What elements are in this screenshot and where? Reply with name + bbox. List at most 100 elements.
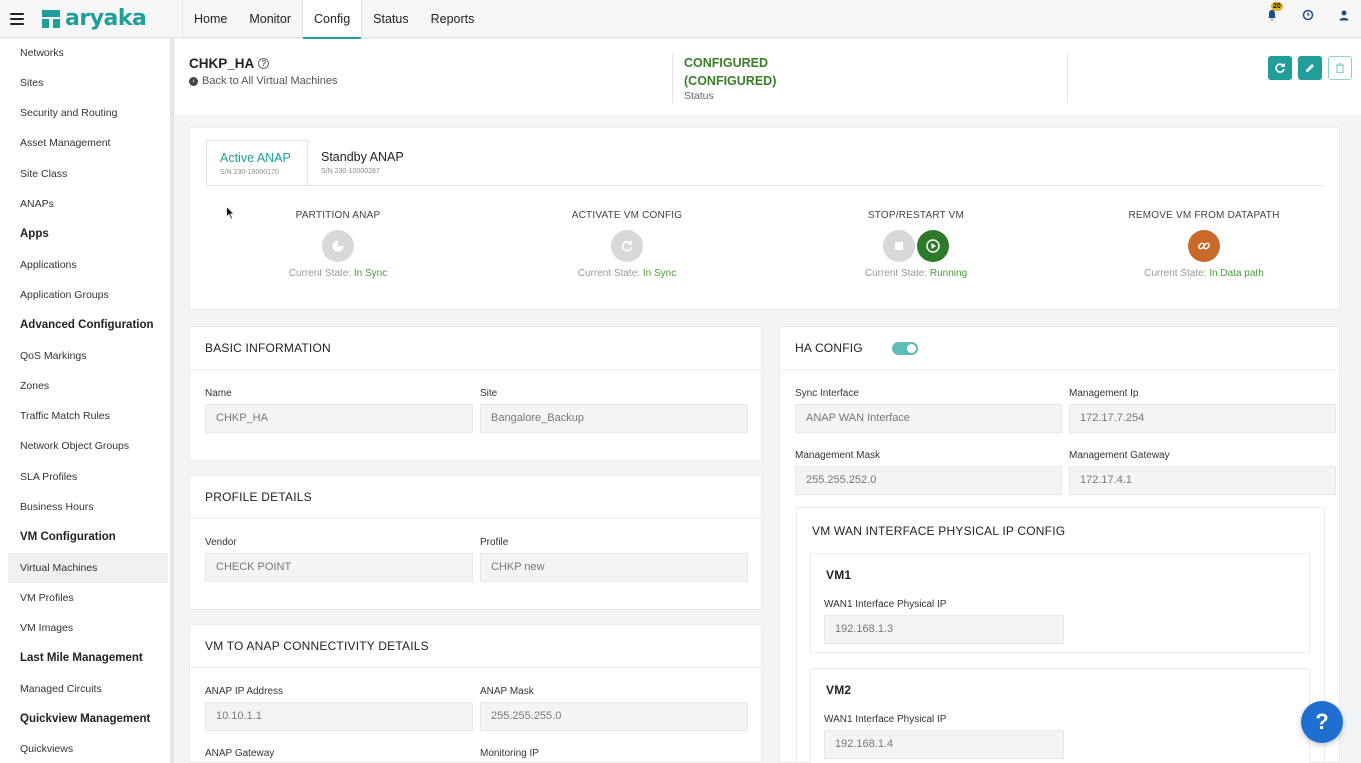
site-label: Site bbox=[480, 388, 498, 399]
state-prefix: Current State: bbox=[577, 268, 641, 279]
tab-underline bbox=[206, 185, 1323, 186]
nav-tab-reports[interactable]: Reports bbox=[420, 0, 486, 38]
reload-icon bbox=[621, 240, 633, 252]
nav-tab-home[interactable]: Home bbox=[183, 0, 238, 38]
sidebar-item-security-routing[interactable]: Security and Routing bbox=[20, 107, 117, 119]
sync-interface-field[interactable]: ANAP WAN Interface bbox=[795, 404, 1062, 433]
activate-config-button[interactable] bbox=[611, 230, 643, 262]
sidebar-item-application-groups[interactable]: Application Groups bbox=[20, 289, 109, 301]
action-title: ACTIVATE VM CONFIG bbox=[571, 210, 683, 221]
remove-datapath-button[interactable] bbox=[1188, 230, 1220, 262]
sidebar-item-qos-markings[interactable]: QoS Markings bbox=[20, 350, 87, 362]
sidebar-item-networks[interactable]: Networks bbox=[20, 47, 64, 59]
vm1-name: VM1 bbox=[826, 568, 852, 582]
status-value-line1: CONFIGURED bbox=[684, 56, 769, 70]
management-mask-field[interactable]: 255.255.252.0 bbox=[795, 466, 1062, 495]
restart-play-icon bbox=[926, 239, 940, 253]
sidebar-item-virtual-machines[interactable]: Virtual Machines bbox=[20, 562, 97, 574]
sidebar-item-asset-management[interactable]: Asset Management bbox=[20, 137, 110, 149]
divider bbox=[672, 53, 673, 103]
site-field[interactable]: Bangalore_Backup bbox=[480, 404, 748, 433]
ha-config-card: HA CONFIG Sync Interface ANAP WAN Interf… bbox=[779, 326, 1340, 763]
refresh-button[interactable] bbox=[1268, 56, 1292, 80]
card-heading: BASIC INFORMATION bbox=[205, 341, 331, 355]
sidebar-item-sites[interactable]: Sites bbox=[20, 77, 43, 89]
vendor-field[interactable]: CHECK POINT bbox=[205, 553, 473, 582]
sidebar-item-quickviews[interactable]: Quickviews bbox=[20, 743, 73, 755]
anap-ip-field[interactable]: 10.10.1.1 bbox=[205, 702, 473, 731]
nav-tab-monitor[interactable]: Monitor bbox=[238, 0, 302, 38]
top-navbar: aryaka Home Monitor Config Status Report… bbox=[0, 0, 1361, 39]
name-field[interactable]: CHKP_HA bbox=[205, 404, 473, 433]
state-value: Running bbox=[929, 268, 968, 279]
anap-card: Active ANAP S/N 230-10000170 Standby ANA… bbox=[189, 127, 1340, 310]
sidebar-item-business-hours[interactable]: Business Hours bbox=[20, 501, 94, 513]
vm-anap-connectivity-card: VM TO ANAP CONNECTIVITY DETAILS ANAP IP … bbox=[189, 624, 762, 763]
card-heading: PROFILE DETAILS bbox=[205, 490, 312, 504]
stop-icon bbox=[895, 242, 903, 250]
pie-chart-icon bbox=[332, 240, 344, 252]
hamburger-menu-icon[interactable] bbox=[10, 12, 24, 25]
status-label: Status bbox=[684, 90, 714, 102]
sync-interface-label: Sync Interface bbox=[795, 388, 859, 399]
delete-button[interactable] bbox=[1328, 56, 1352, 80]
sidebar-item-zones[interactable]: Zones bbox=[20, 380, 49, 392]
state-prefix: Current State: bbox=[1144, 268, 1207, 279]
state-value: In Data path bbox=[1209, 268, 1264, 279]
nav-tab-config[interactable]: Config bbox=[302, 0, 363, 39]
sidebar-item-traffic-match-rules[interactable]: Traffic Match Rules bbox=[20, 410, 110, 422]
tab-name: Active ANAP bbox=[220, 151, 291, 165]
status-value-line2: (CONFIGURED) bbox=[684, 74, 777, 88]
sidebar-item-vm-images[interactable]: VM Images bbox=[20, 622, 73, 634]
partition-pie-button[interactable] bbox=[322, 230, 354, 262]
tab-active-anap[interactable]: Active ANAP S/N 230-10000170 bbox=[206, 140, 308, 186]
tab-serial: S/N 230-10000170 bbox=[220, 169, 279, 176]
management-ip-field[interactable]: 172.17.7.254 bbox=[1069, 404, 1336, 433]
clock-icon[interactable] bbox=[1301, 8, 1315, 22]
anap-ip-label: ANAP IP Address bbox=[205, 686, 284, 697]
vm-title-text: CHKP_HA bbox=[189, 56, 255, 71]
anap-mask-field[interactable]: 255.255.255.0 bbox=[480, 702, 748, 731]
tab-standby-anap[interactable]: Standby ANAP S/N 230-10000287 bbox=[308, 140, 410, 186]
restart-vm-button[interactable] bbox=[917, 230, 949, 262]
sidebar-item-network-object-groups[interactable]: Network Object Groups bbox=[20, 440, 129, 452]
sidebar-item-applications[interactable]: Applications bbox=[20, 259, 77, 271]
management-ip-label: Management Ip bbox=[1069, 388, 1139, 399]
card-heading: VM WAN INTERFACE PHYSICAL IP CONFIG bbox=[812, 524, 1066, 538]
main-nav: Home Monitor Config Status Reports bbox=[182, 0, 486, 39]
vm2-wan-ip-field[interactable]: 192.168.1.4 bbox=[824, 730, 1064, 759]
help-fab-button[interactable]: ? bbox=[1301, 701, 1343, 743]
state-value: In Sync bbox=[353, 268, 388, 279]
sidebar-item-site-class[interactable]: Site Class bbox=[20, 168, 67, 180]
sidebar-item-anaps[interactable]: ANAPs bbox=[20, 198, 54, 210]
aryaka-logo[interactable]: aryaka bbox=[42, 6, 176, 31]
sidebar-header-last-mile-management: Last Mile Management bbox=[20, 652, 143, 664]
state-value: In Sync bbox=[642, 268, 677, 279]
header-actions bbox=[1268, 56, 1352, 80]
edit-button[interactable] bbox=[1298, 56, 1322, 80]
tab-name: Standby ANAP bbox=[321, 150, 404, 164]
user-profile-icon[interactable] bbox=[1337, 8, 1351, 22]
profile-field[interactable]: CHKP new bbox=[480, 553, 748, 582]
sidebar-item-managed-circuits[interactable]: Managed Circuits bbox=[20, 683, 102, 695]
ha-config-toggle[interactable] bbox=[892, 342, 918, 355]
sidebar-header-quickview-management: Quickview Management bbox=[20, 713, 151, 725]
management-gateway-field[interactable]: 172.17.4.1 bbox=[1069, 466, 1336, 495]
vm1-card: VM1 WAN1 Interface Physical IP 192.168.1… bbox=[810, 553, 1310, 653]
sidebar-item-vm-profiles[interactable]: VM Profiles bbox=[20, 592, 74, 604]
logo-mark-icon bbox=[42, 9, 60, 28]
nav-tab-status[interactable]: Status bbox=[362, 0, 419, 38]
back-to-vms-link[interactable]: ‹ Back to All Virtual Machines bbox=[189, 75, 338, 87]
notifications-bell-icon[interactable]: 20 bbox=[1265, 2, 1283, 22]
vm2-name: VM2 bbox=[826, 683, 852, 697]
stop-vm-button[interactable] bbox=[883, 230, 915, 262]
vm1-wan-ip-field[interactable]: 192.168.1.3 bbox=[824, 615, 1064, 644]
activate-vm-config-action: ACTIVATE VM CONFIG Current State: In Syn… bbox=[507, 210, 747, 279]
vm2-card: VM2 WAN1 Interface Physical IP 192.168.1… bbox=[810, 668, 1310, 763]
help-question-icon[interactable]: ? bbox=[258, 58, 270, 69]
sidebar-item-sla-profiles[interactable]: SLA Profiles bbox=[20, 471, 77, 483]
trash-icon bbox=[1336, 62, 1344, 74]
divider bbox=[1067, 53, 1068, 103]
vm1-wan-label: WAN1 Interface Physical IP bbox=[824, 599, 947, 610]
status-value: CONFIGURED (CONFIGURED) bbox=[684, 54, 776, 90]
